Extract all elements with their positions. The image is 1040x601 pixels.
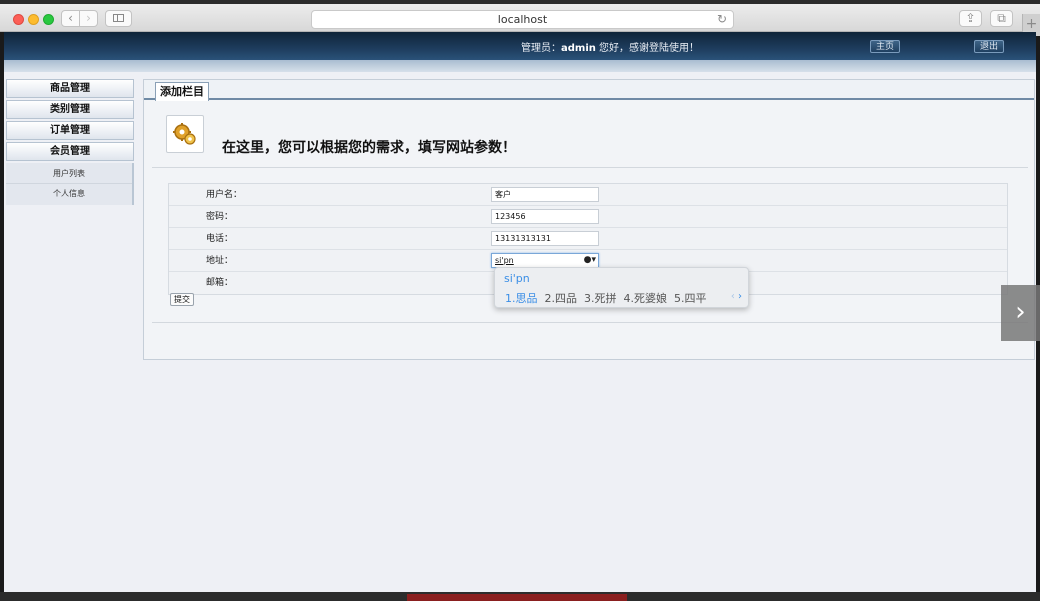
browser-toolbar: ‹ › localhost ↻ ⇪ ⧉ + [0, 4, 1040, 36]
page-instruction: 在这里，您可以根据您的需求，填写网站参数！ [222, 140, 516, 156]
submenu-item-user-list[interactable]: 用户列表 [6, 164, 132, 183]
forward-button[interactable]: › [79, 10, 98, 27]
reload-icon[interactable]: ↻ [717, 11, 727, 28]
plus-icon: + [1025, 16, 1038, 32]
divider [152, 322, 1028, 323]
menu-item-orders[interactable]: 订单管理 [6, 121, 134, 140]
address-bar[interactable]: localhost ↻ [311, 10, 734, 29]
site-header: 管理员：admin 您好，感谢登陆使用！ 主页 退出 [4, 32, 1036, 60]
chevron-left-icon: ‹ [68, 11, 73, 25]
share-button[interactable]: ⇪ [959, 10, 982, 27]
ime-pinyin-text: si'pn [504, 272, 530, 285]
divider [152, 167, 1028, 168]
form-row-password: 密码： 123456 [169, 206, 1007, 228]
close-window-button[interactable] [13, 14, 24, 25]
submit-button[interactable]: 提交 [170, 293, 194, 306]
panel-tab-bar: 添加栏目 [144, 80, 1034, 101]
username: admin [561, 43, 596, 54]
dock-strip [0, 592, 1040, 601]
ime-candidate[interactable]: 1.思品 [505, 292, 538, 305]
ime-candidate-list: 1.思品 2.四品 3.死拼 4.死婆娘 5.四平 [505, 290, 714, 306]
main-panel: 添加栏目 在这里，您可以根据您的需求，填写网站参数！ 用户名： 客户 密码： 1… [143, 79, 1035, 360]
logout-button[interactable]: 退出 [974, 40, 1004, 53]
username-field[interactable]: 客户 [491, 187, 599, 202]
sidebar-icon [113, 14, 124, 22]
ime-candidate[interactable]: 4.死婆娘 [624, 292, 668, 305]
members-submenu: 用户列表 个人信息 [6, 163, 134, 205]
url-text: localhost [497, 13, 548, 26]
home-button[interactable]: 主页 [870, 40, 900, 53]
username-label: 用户名： [206, 190, 243, 200]
ime-candidate[interactable]: 3.死拼 [584, 292, 617, 305]
form-row-username: 用户名： 客户 [169, 184, 1007, 206]
address-composing-text: si'pn [495, 256, 514, 265]
menu-item-products[interactable]: 商品管理 [6, 79, 134, 98]
menu-item-members[interactable]: 会员管理 [6, 142, 134, 161]
settings-gears-icon [166, 115, 204, 153]
address-label: 地址： [206, 256, 234, 266]
ime-page-arrows: ‹ › [731, 291, 742, 302]
show-tabs-button[interactable]: ⧉ [990, 10, 1013, 27]
header-subbar [4, 60, 1036, 72]
welcome-message: 管理员：admin 您好，感谢登陆使用！ [521, 43, 700, 54]
share-icon: ⇪ [965, 11, 976, 25]
tab-add-column[interactable]: 添加栏目 [155, 82, 209, 101]
form-row-phone: 电话： 13131313131 [169, 228, 1007, 250]
submenu-item-personal-info[interactable]: 个人信息 [6, 183, 132, 202]
minimize-window-button[interactable] [28, 14, 39, 25]
ime-next-page-icon[interactable]: › [738, 291, 742, 302]
phone-field[interactable]: 13131313131 [491, 231, 599, 246]
web-page: 管理员：admin 您好，感谢登陆使用！ 主页 退出 商品管理 类别管理 订单管… [4, 32, 1036, 592]
left-menu: 商品管理 类别管理 订单管理 会员管理 用户列表 个人信息 [6, 79, 134, 205]
ime-candidate-popup: si'pn 1.思品 2.四品 3.死拼 4.死婆娘 5.四平 ‹ › [494, 267, 749, 308]
phone-label: 电话： [206, 234, 234, 244]
back-button[interactable]: ‹ [61, 10, 80, 27]
menu-item-categories[interactable]: 类别管理 [6, 100, 134, 119]
next-slide-button[interactable]: › [1001, 285, 1040, 341]
email-label: 邮箱： [206, 278, 234, 288]
sidebar-toggle-button[interactable] [105, 10, 132, 27]
password-field[interactable]: 123456 [491, 209, 599, 224]
autofill-contact-icon[interactable]: ●▾ [584, 254, 596, 267]
dock-highlight [407, 594, 627, 601]
ime-candidate[interactable]: 5.四平 [674, 292, 707, 305]
chevron-right-icon: › [86, 11, 91, 25]
address-field[interactable]: si'pn ●▾ [491, 253, 599, 268]
tabs-icon: ⧉ [997, 11, 1006, 25]
ime-candidate[interactable]: 2.四品 [545, 292, 578, 305]
password-label: 密码： [206, 212, 234, 222]
chevron-right-icon: › [1015, 297, 1026, 327]
zoom-window-button[interactable] [43, 14, 54, 25]
ime-prev-page-icon[interactable]: ‹ [731, 291, 735, 302]
